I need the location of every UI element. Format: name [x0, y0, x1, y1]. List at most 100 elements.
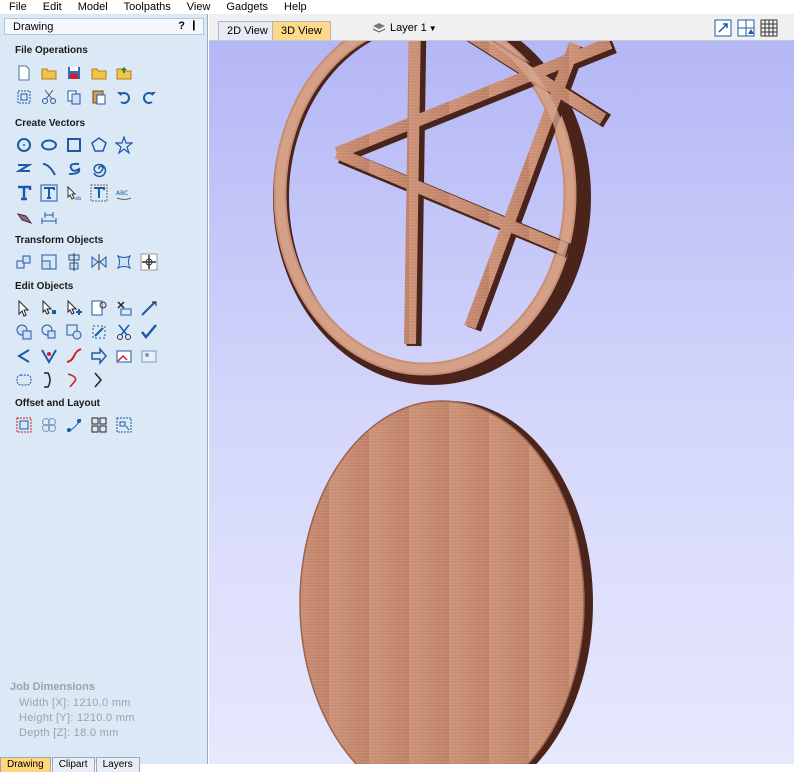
- section-transform-objects: Transform Objects: [15, 235, 104, 246]
- panel-help-button[interactable]: ?: [178, 20, 185, 32]
- offset-icon[interactable]: [15, 414, 40, 436]
- join-vectors-icon[interactable]: [40, 345, 65, 367]
- menu-gadgets[interactable]: Gadgets: [217, 0, 275, 14]
- check-vectors-icon[interactable]: [140, 321, 165, 343]
- job-dimensions: Job Dimensions Width [X]: 1210.0 mm Heig…: [10, 681, 135, 742]
- 3d-viewport[interactable]: [209, 41, 794, 764]
- view-selector-icon[interactable]: [737, 19, 755, 37]
- panel-header: Drawing ? ❙: [4, 18, 204, 35]
- import-folder-icon[interactable]: [115, 62, 140, 84]
- view-toolbar: 2D View 3D View Layer 1 ▼: [209, 14, 794, 41]
- select-all-icon[interactable]: [15, 86, 40, 108]
- draw-text-icon[interactable]: [15, 182, 40, 204]
- undo-icon[interactable]: [115, 86, 140, 108]
- set-origin-icon[interactable]: [140, 251, 165, 273]
- draw-circle-icon[interactable]: [15, 134, 40, 156]
- job-width: Width [X]: 1210.0 mm: [19, 697, 131, 709]
- open-folder-icon[interactable]: [40, 62, 65, 84]
- close-vector-icon[interactable]: [15, 345, 40, 367]
- text-box-icon[interactable]: [40, 182, 65, 204]
- tab-3d-view[interactable]: 3D View: [272, 21, 331, 40]
- 3d-scene: [273, 41, 617, 764]
- tab-layers[interactable]: Layers: [95, 757, 140, 772]
- properties-icon[interactable]: [90, 297, 115, 319]
- arc-text-icon[interactable]: ABC: [115, 182, 140, 204]
- draw-polygon-icon[interactable]: [90, 134, 115, 156]
- tab-clipart[interactable]: Clipart: [51, 757, 95, 772]
- grid-layout-icon[interactable]: [90, 414, 115, 436]
- section-file-operations: File Operations: [15, 45, 88, 56]
- move-icon[interactable]: [15, 251, 40, 273]
- draw-ellipse-icon[interactable]: [40, 134, 65, 156]
- svg-text:ab: ab: [75, 196, 81, 202]
- pentagram-model: [273, 41, 617, 385]
- subtract-icon[interactable]: [40, 321, 65, 343]
- nest-icon[interactable]: [15, 369, 40, 391]
- tab-drawing[interactable]: Drawing: [0, 757, 51, 772]
- draw-curve-icon[interactable]: [40, 158, 65, 180]
- distort-icon[interactable]: [115, 251, 140, 273]
- copy-icon[interactable]: [65, 86, 90, 108]
- text-fit-icon[interactable]: [90, 182, 115, 204]
- pin-icon[interactable]: ❙: [190, 20, 198, 31]
- menu-file[interactable]: File: [0, 0, 34, 14]
- new-file-icon[interactable]: [15, 62, 40, 84]
- add-node-icon[interactable]: [65, 297, 90, 319]
- layer-icon: [372, 23, 386, 33]
- fillet-icon[interactable]: [90, 321, 115, 343]
- job-height: Height [Y]: 1210.0 mm: [19, 712, 135, 724]
- menu-bar: File Edit Model Toolpaths View Gadgets H…: [0, 0, 794, 14]
- disc-model: [299, 400, 593, 764]
- open-recent-icon[interactable]: [90, 62, 115, 84]
- paste-icon[interactable]: [90, 86, 115, 108]
- drawing-panel: Drawing ? ❙ File Operations Create Vecto…: [0, 14, 208, 772]
- panel-title: Drawing: [13, 21, 54, 33]
- cut-icon[interactable]: [40, 86, 65, 108]
- scale-icon[interactable]: [40, 251, 65, 273]
- delete-object-icon[interactable]: [115, 297, 140, 319]
- section-offset-layout: Offset and Layout: [15, 398, 101, 409]
- redo-icon[interactable]: [140, 86, 165, 108]
- menu-model[interactable]: Model: [69, 0, 115, 14]
- intersect-icon[interactable]: [65, 321, 90, 343]
- job-depth: Depth [Z]: 18.0 mm: [19, 727, 119, 739]
- menu-help[interactable]: Help: [275, 0, 314, 14]
- draw-spline-icon[interactable]: [65, 158, 90, 180]
- extend-icon[interactable]: [40, 369, 65, 391]
- menu-edit[interactable]: Edit: [34, 0, 69, 14]
- layer-dropdown[interactable]: Layer 1 ▼: [372, 21, 437, 35]
- menu-toolpaths[interactable]: Toolpaths: [115, 0, 178, 14]
- weld-icon[interactable]: [15, 321, 40, 343]
- trim-icon[interactable]: [115, 321, 140, 343]
- offset-arrow-icon[interactable]: [90, 345, 115, 367]
- section-edit-objects: Edit Objects: [15, 281, 74, 292]
- svg-text:ABC: ABC: [116, 190, 128, 197]
- trace-bitmap-icon[interactable]: [15, 206, 40, 228]
- curve-fit-icon[interactable]: [65, 369, 90, 391]
- smooth-curve-icon[interactable]: [65, 345, 90, 367]
- nesting-icon[interactable]: [115, 414, 140, 436]
- text-on-curve-icon[interactable]: ab: [65, 182, 90, 204]
- array-copy-icon[interactable]: [40, 414, 65, 436]
- draw-star-icon[interactable]: [115, 134, 140, 156]
- chevron-down-icon: ▼: [428, 23, 437, 33]
- job-dimensions-title: Job Dimensions: [10, 681, 95, 693]
- measure-icon[interactable]: [140, 297, 165, 319]
- align-icon[interactable]: [65, 251, 90, 273]
- mirror-icon[interactable]: [90, 251, 115, 273]
- grid-toggle-icon[interactable]: [760, 19, 778, 37]
- zoom-extents-icon[interactable]: [714, 19, 732, 37]
- tab-2d-view[interactable]: 2D View: [218, 21, 277, 40]
- node-edit-icon[interactable]: [40, 297, 65, 319]
- copy-along-path-icon[interactable]: [65, 414, 90, 436]
- draw-rectangle-icon[interactable]: [65, 134, 90, 156]
- save-icon[interactable]: [65, 62, 90, 84]
- dimension-icon[interactable]: [40, 206, 65, 228]
- draw-spiral-icon[interactable]: [90, 158, 115, 180]
- select-icon[interactable]: [15, 297, 40, 319]
- split-icon[interactable]: [90, 369, 115, 391]
- bitmap-icon[interactable]: [140, 345, 165, 367]
- draw-polyline-icon[interactable]: [15, 158, 40, 180]
- menu-view[interactable]: View: [178, 0, 218, 14]
- image-icon[interactable]: [115, 345, 140, 367]
